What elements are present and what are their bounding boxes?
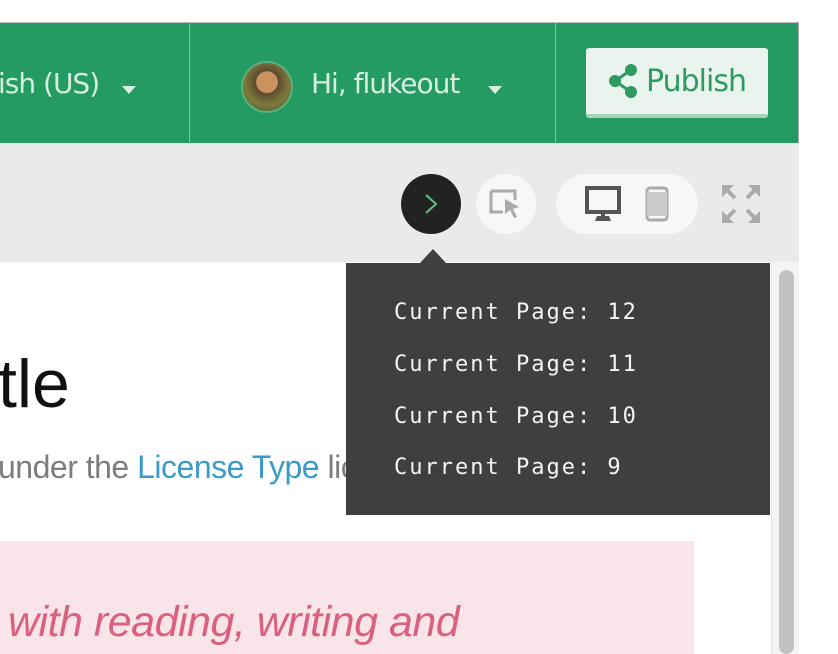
desktop-icon[interactable] <box>585 186 621 222</box>
chevron-right-icon <box>425 194 438 214</box>
user-menu[interactable]: Hi, flukeout <box>190 23 555 144</box>
mobile-icon[interactable] <box>645 186 669 222</box>
caret-down-icon <box>488 86 502 94</box>
divider <box>555 23 556 144</box>
language-label: ish (US) <box>0 67 100 100</box>
user-greeting: Hi, flukeout <box>311 67 460 100</box>
console-line: Current Page: 11 <box>394 352 638 377</box>
device-toggle <box>556 174 698 234</box>
top-header: ish (US) Hi, flukeout Publish <box>0 22 799 144</box>
cursor-select-icon <box>489 189 519 218</box>
callout-text: with reading, writing and <box>8 598 460 646</box>
console-line: Current Page: 12 <box>394 300 638 325</box>
caret-down-icon <box>122 86 136 94</box>
console-line: Current Page: 9 <box>394 455 623 480</box>
inspect-button[interactable] <box>476 174 536 234</box>
license-prefix: under the <box>0 449 138 485</box>
license-link[interactable]: License Type <box>137 449 319 485</box>
avatar <box>241 61 293 113</box>
popup-arrow <box>420 249 446 263</box>
publish-label: Publish <box>646 63 747 99</box>
callout-box: with reading, writing and <box>0 541 694 654</box>
page-title: tle <box>0 346 70 422</box>
console-toggle-button[interactable] <box>401 174 461 234</box>
console-line: Current Page: 10 <box>394 404 638 429</box>
scrollbar-thumb[interactable] <box>779 270 794 654</box>
console-popup: Current Page: 12 Current Page: 11 Curren… <box>346 263 770 515</box>
preview-toolbar <box>0 143 799 262</box>
language-dropdown[interactable]: ish (US) <box>0 23 189 144</box>
expand-icon[interactable] <box>722 185 760 223</box>
publish-button[interactable]: Publish <box>586 48 768 118</box>
share-icon <box>609 64 638 98</box>
